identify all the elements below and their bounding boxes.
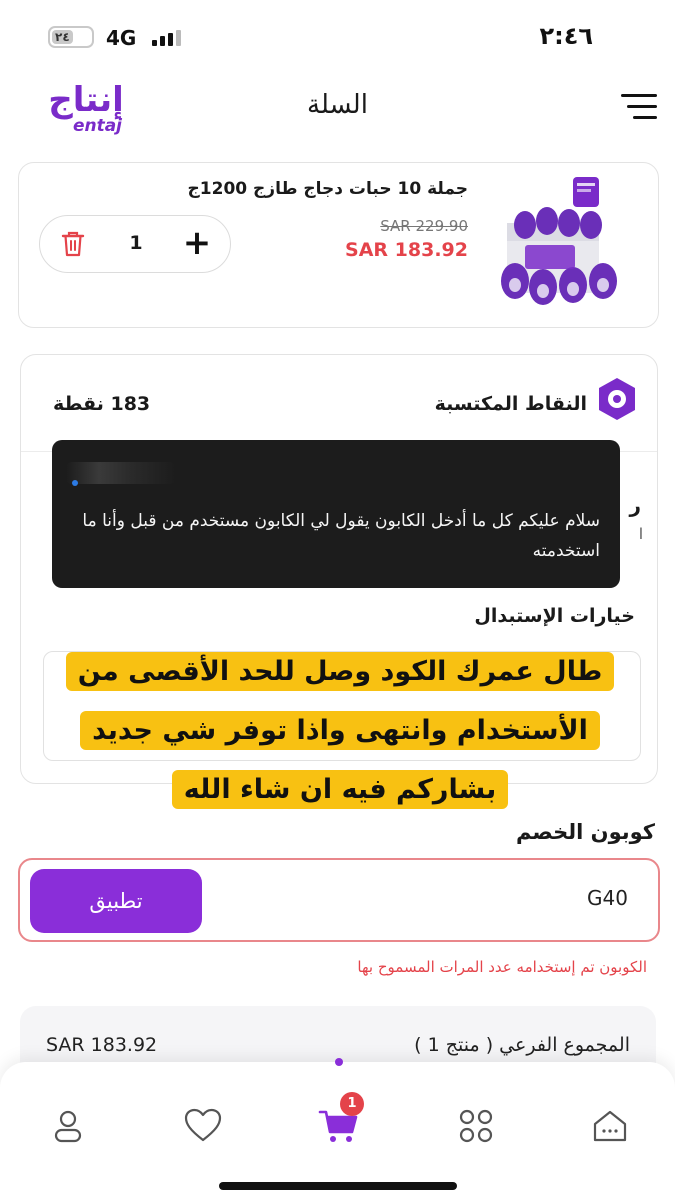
cart-icon[interactable]: 1 (318, 1092, 364, 1146)
apply-coupon-button[interactable]: تطبيق (30, 869, 202, 933)
obscured-text: ا (638, 525, 643, 543)
categories-icon[interactable] (456, 1106, 496, 1146)
cart-item-card: جملة 10 حبات دجاج طازج 1200ج SAR 229.90 … (18, 162, 659, 328)
product-image[interactable] (495, 175, 640, 313)
points-label: النقاط المكتسبة (434, 393, 587, 415)
home-icon[interactable] (590, 1106, 630, 1146)
clock: ٢:٤٦ (539, 22, 593, 50)
page-title: السلة (307, 90, 368, 120)
status-bar: ٢٤ 4G ٢:٤٦ (0, 0, 675, 72)
coupon-error-message: الكوبون تم إستخدامه عدد المرات المسموح ب… (357, 958, 647, 976)
coupon-input[interactable] (428, 886, 628, 910)
network-label: 4G (106, 26, 137, 50)
plus-icon[interactable]: + (182, 226, 212, 261)
product-name: جملة 10 حبات دجاج طازج 1200ج (187, 179, 468, 199)
profile-icon[interactable] (48, 1106, 88, 1146)
home-indicator (219, 1182, 457, 1190)
bottom-navigation: 1 (0, 1058, 675, 1200)
subtotal-value: SAR 183.92 (46, 1034, 158, 1056)
points-badge-icon (597, 377, 637, 421)
active-indicator (335, 1058, 343, 1066)
replacement-options-label: خيارات الإستبدال (474, 605, 635, 627)
menu-icon[interactable] (617, 92, 657, 122)
app-header: إنتاج entaj السلة (0, 72, 675, 152)
discounted-price: SAR 183.92 (345, 239, 468, 261)
chat-message-overlay: سلام عليكم كل ما أدخل الكابون يقول لي ال… (52, 440, 620, 588)
points-value: 183 نقطة (53, 393, 151, 415)
cart-count-badge: 1 (340, 1092, 364, 1116)
subtotal-label: المجموع الفرعي ( منتج 1 ) (414, 1034, 630, 1056)
battery-level: ٢٤ (52, 30, 73, 44)
signal-icon (152, 30, 181, 46)
heart-icon[interactable] (182, 1106, 222, 1146)
blurred-sender-dot (72, 480, 78, 486)
blurred-sender (66, 462, 176, 484)
coupon-field: تطبيق (18, 858, 660, 942)
original-price: SAR 229.90 (380, 217, 468, 235)
obscured-text: ر (629, 493, 641, 517)
chat-message-text: سلام عليكم كل ما أدخل الكابون يقول لي ال… (82, 511, 600, 561)
reply-caption: طال عمرك الكود وصل للحد الأقصى من الأستخ… (40, 642, 640, 819)
quantity-stepper: 1 + (39, 215, 231, 273)
battery-icon: ٢٤ (48, 26, 94, 48)
coupon-title: كوبون الخصم (515, 820, 655, 844)
reply-caption-text: طال عمرك الكود وصل للحد الأقصى من الأستخ… (65, 652, 615, 809)
trash-icon[interactable] (60, 230, 86, 258)
quantity-value: 1 (129, 232, 143, 254)
